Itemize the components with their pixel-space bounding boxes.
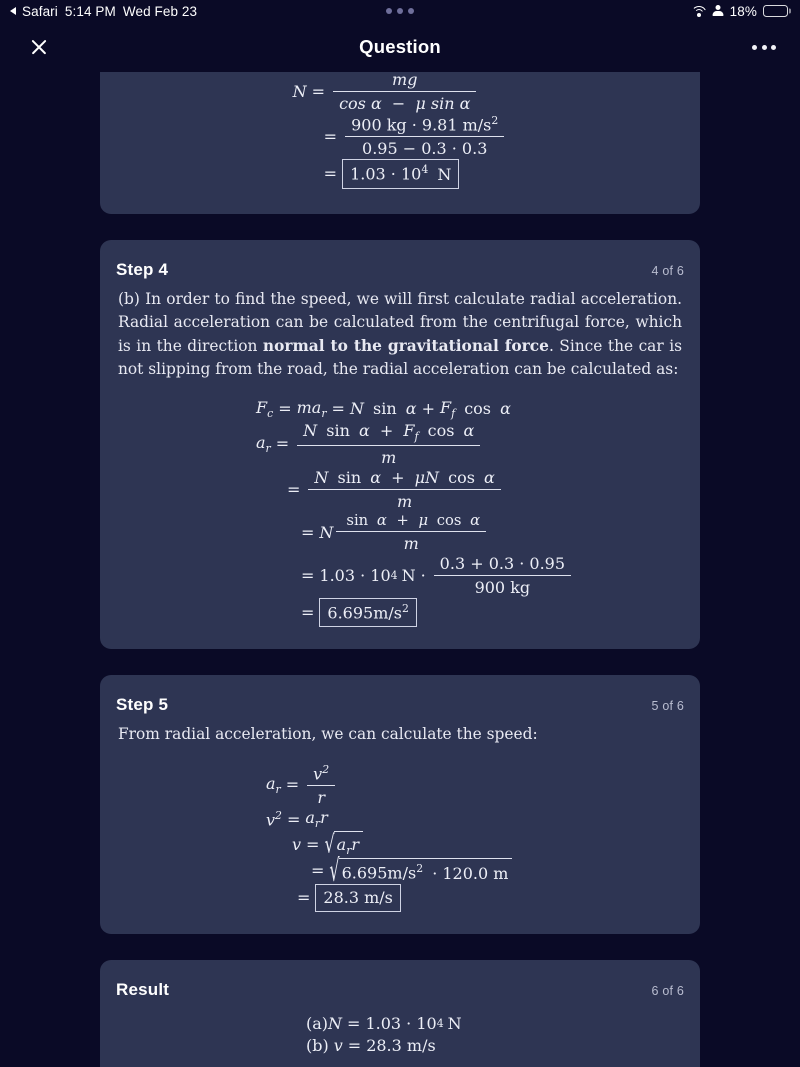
math-line-boxed-radial-accel: = 6.695m/s2 [256, 598, 417, 628]
wifi-icon [691, 5, 707, 17]
step-4-header: Step 4 4 of 6 [116, 260, 684, 280]
math-line-centripetal-force: Fc = mar = N sin α + Ff cos α [256, 397, 511, 420]
status-bar-left[interactable]: Safari 5:14 PM Wed Feb 23 [10, 4, 197, 19]
math-block-clipped: N cos α − μN sin α = mg N = mg cos α − μ… [293, 72, 508, 189]
math-line-v-sqrt: v = √ arr [266, 829, 364, 858]
result-header: Result 6 of 6 [116, 980, 684, 1000]
status-time: 5:14 PM [64, 3, 116, 19]
boxed-answer-speed: 28.3 m/s [315, 883, 401, 912]
solution-scroll-area[interactable]: N cos α − μN sin α = mg N = mg cos α − μ… [0, 72, 800, 1067]
step-card-5: Step 5 5 of 6 From radial acceleration, … [100, 675, 700, 934]
back-app-label[interactable]: Safari [22, 4, 58, 19]
math-block-step-4: Fc = mar = N sin α + Ff cos α ar = N sin… [256, 398, 574, 628]
step-4-body: (b) In order to find the speed, we will … [118, 290, 683, 379]
battery-percent-label: 18% [729, 3, 757, 19]
step-card-4: Step 4 4 of 6 (b) In order to find the s… [100, 240, 700, 650]
ios-status-bar: Safari 5:14 PM Wed Feb 23 18% [0, 0, 800, 22]
math-line-v-numeric: = √ 6.695m/s2 · 120.0 m [266, 852, 513, 888]
step-card-clipped: N cos α − μN sin α = mg N = mg cos α − μ… [100, 72, 700, 214]
step-5-header: Step 5 5 of 6 [116, 695, 684, 715]
battery-icon [763, 4, 788, 18]
result-line-b: (b) v = 28.3 m/s [306, 1035, 436, 1055]
app-header: Question [0, 22, 800, 72]
step-5-body: From radial acceleration, we can calcula… [118, 725, 538, 744]
result-title: Result [116, 979, 170, 999]
math-line-boxed-normal-force: = 1.03 · 104 N [293, 159, 460, 189]
status-date: Wed Feb 23 [122, 3, 198, 19]
math-block-step-5: ar = v2 r v2 = arr v = √ arr = √ 6.695m/… [266, 763, 513, 912]
status-bar-right: 18% [691, 4, 788, 19]
math-line-numeric: = 900 kg · 9.81 m/s2 0.95 − 0.3 · 0.3 [293, 114, 508, 158]
math-line-radial-accel-3: = N sin α + μ cos α m [256, 512, 489, 553]
result-line-a: (a) N = 1.03 · 10 4 N [306, 1013, 462, 1033]
step-4-title: Step 4 [116, 260, 169, 279]
step-4-emphasis: normal to the gravitational force [262, 336, 549, 355]
boxed-answer-radial-accel: 6.695m/s2 [319, 598, 417, 628]
result-card: Result 6 of 6 (a) N = 1.03 · 10 4 N (b) v… [100, 959, 700, 1067]
back-caret-icon[interactable] [10, 7, 16, 15]
result-values: (a) N = 1.03 · 10 4 N (b) v = 28.3 m/s [306, 1014, 462, 1055]
math-line-radial-accel-1: ar = N sin α + Ff cos α m [256, 421, 483, 467]
step-5-counter: 5 of 6 [651, 699, 684, 714]
math-line-radial-accel-2: = N sin α + μN cos α m [256, 468, 504, 511]
boxed-answer-normal-force: 1.03 · 104 N [342, 159, 460, 189]
step-5-title: Step 5 [116, 695, 169, 715]
result-counter: 6 of 6 [651, 983, 684, 998]
dot-1 [386, 8, 392, 14]
math-line-radial-accel-numeric: = 1.03 · 10 4 N · 0.3 + 0.3 · 0.95 900 kg [256, 554, 574, 597]
person-icon [712, 5, 724, 17]
dot-3 [408, 8, 414, 14]
math-line-radial-accel-def: ar = v2 r [266, 763, 338, 807]
step-4-counter: 4 of 6 [651, 264, 684, 278]
math-line-v-squared: v2 = arr [266, 808, 328, 831]
dot-2 [397, 8, 403, 14]
page-title: Question [359, 36, 441, 57]
math-line-normal-force: N = mg cos α − μ sin α [293, 72, 480, 113]
